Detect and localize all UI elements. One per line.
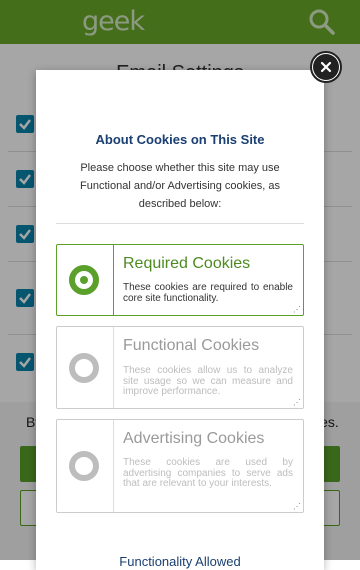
radio-column (57, 245, 114, 315)
resize-grip-icon: ⋰ (293, 398, 301, 407)
resize-grip-icon: ⋰ (293, 502, 301, 511)
close-icon[interactable] (313, 54, 339, 80)
modal-description: Please choose whether this site may use … (80, 162, 280, 210)
option-text: These cookies allow us to analyze site u… (123, 365, 293, 397)
option-required-cookies[interactable]: Required Cookies These cookies are requi… (56, 244, 304, 316)
radio-unselected-icon[interactable] (69, 353, 99, 383)
cookie-modal: About Cookies on This Site Please choose… (36, 70, 324, 570)
close-button[interactable] (310, 51, 342, 83)
radio-column (57, 327, 114, 408)
option-advertising-cookies[interactable]: Advertising Cookies These cookies are us… (56, 419, 304, 513)
option-functional-cookies[interactable]: Functional Cookies These cookies allow u… (56, 326, 304, 409)
radio-selected-icon[interactable] (69, 265, 99, 295)
resize-grip-icon: ⋰ (293, 305, 301, 314)
radio-unselected-icon[interactable] (69, 451, 99, 481)
option-text: These cookies are required to enable cor… (123, 282, 293, 304)
option-text: These cookies are used by advertising co… (123, 457, 293, 489)
option-title: Advertising Cookies (123, 430, 265, 447)
functionality-allowed-link[interactable]: Functionality Allowed (36, 554, 324, 569)
divider (56, 223, 304, 224)
option-title: Functional Cookies (123, 337, 260, 354)
modal-title: About Cookies on This Site (95, 132, 265, 147)
radio-column (57, 420, 114, 512)
option-title: Required Cookies (123, 255, 251, 272)
